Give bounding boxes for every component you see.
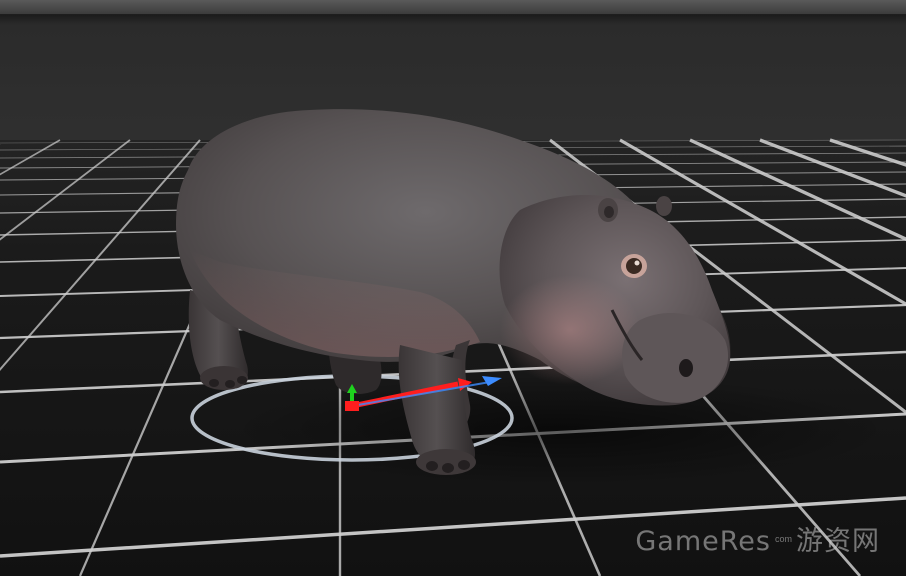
gizmo-center-handle[interactable] bbox=[345, 401, 359, 411]
hippo-ear-right bbox=[656, 196, 672, 216]
3d-viewport[interactable]: GameRes com 游资网 bbox=[0, 0, 906, 576]
top-bar-shadow bbox=[0, 15, 906, 25]
watermark-suffix: com bbox=[774, 534, 792, 544]
model-shadow bbox=[230, 375, 890, 485]
viewport-top-bar bbox=[0, 0, 906, 15]
hippo-ear-left-inner bbox=[604, 206, 614, 218]
watermark-cn: 游资网 bbox=[796, 526, 880, 557]
hippo-eye-highlight bbox=[634, 260, 640, 266]
watermark-brand: GameRes bbox=[635, 526, 771, 557]
hippo-nostril bbox=[679, 359, 693, 377]
watermark: GameRes com 游资网 bbox=[635, 519, 880, 558]
hippo-eye bbox=[626, 258, 642, 274]
hippo-cheek bbox=[500, 275, 640, 385]
scene-canvas[interactable] bbox=[0, 0, 906, 576]
hippo-snout bbox=[622, 312, 729, 403]
